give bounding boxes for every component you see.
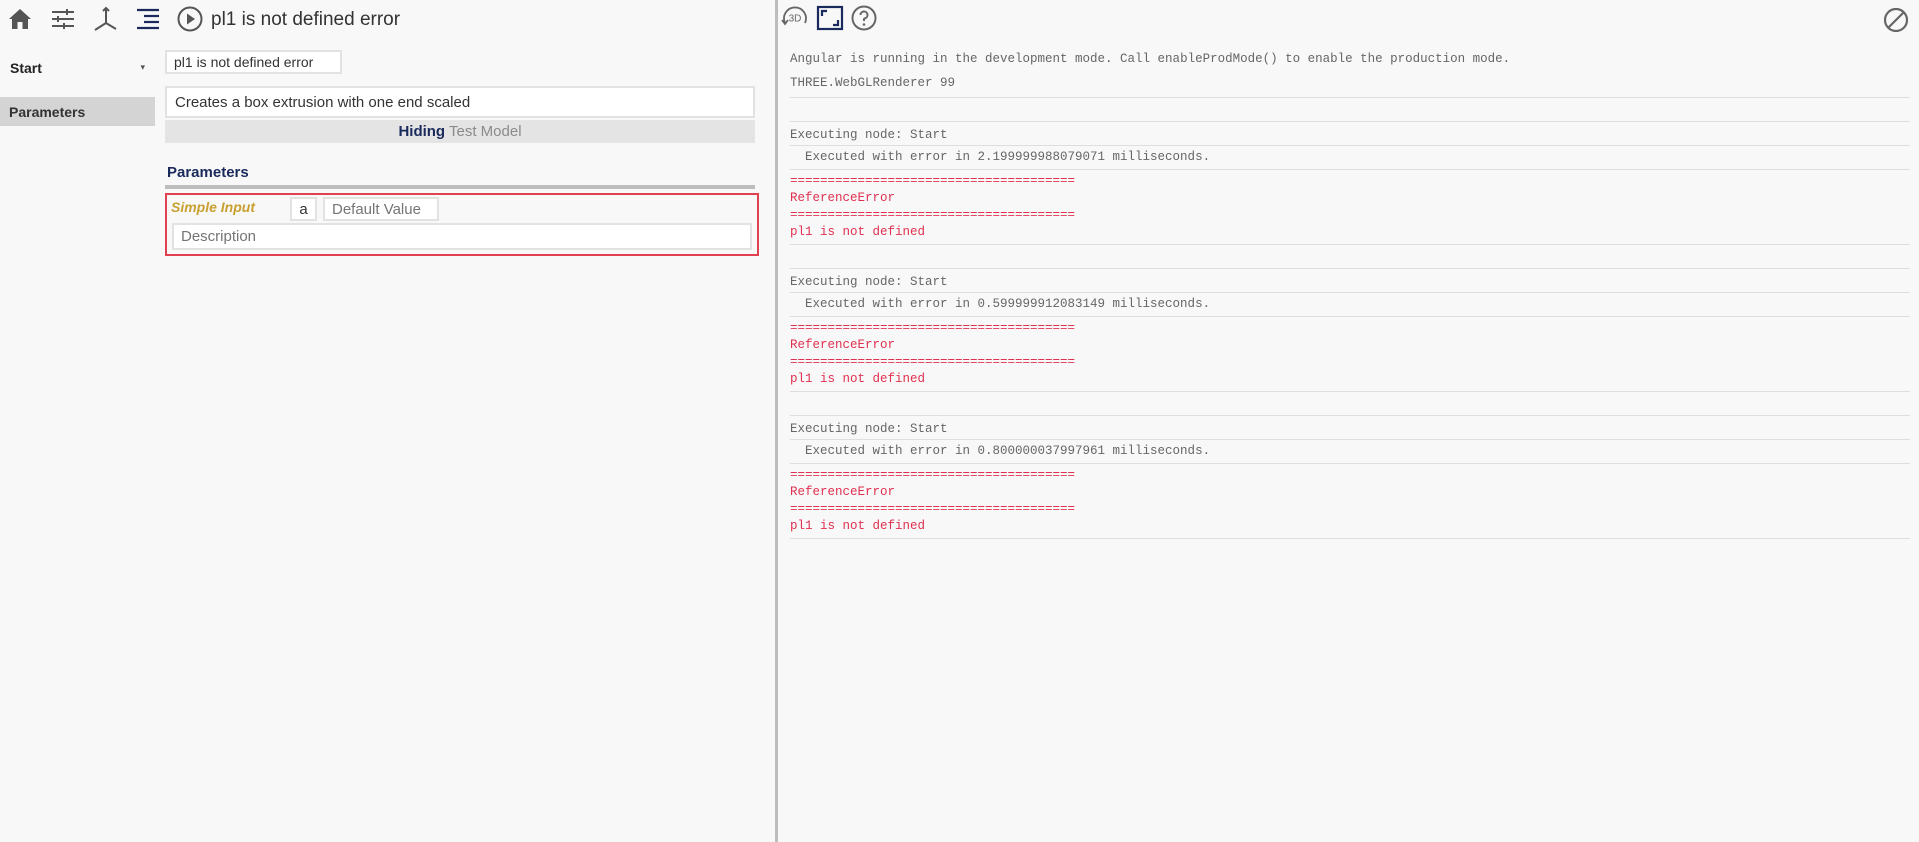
test-model-label: Test Model [449, 123, 522, 140]
node-name-input[interactable] [165, 50, 342, 74]
editor-panel: pl1 is not defined error Start ▾ Paramet… [0, 0, 775, 842]
console-line: THREE.WebGLRenderer 99 [790, 74, 1910, 98]
error-type: ReferenceError [790, 338, 896, 352]
sliders-icon[interactable] [48, 4, 78, 34]
error-message: pl1 is not defined [790, 518, 1910, 539]
home-icon[interactable] [5, 4, 35, 34]
node-title: pl1 is not defined error [211, 9, 401, 30]
axis-icon[interactable] [90, 4, 120, 34]
param-description-input[interactable] [172, 223, 752, 250]
editor-toolbar: pl1 is not defined error [0, 0, 775, 40]
hiding-label: Hiding [398, 123, 446, 140]
error-rule: ====================================== [790, 208, 1076, 222]
indent-list-icon[interactable] [133, 4, 163, 34]
parameters-divider [165, 185, 755, 189]
console-line: Executed with error in 0.599999912083149… [790, 293, 1910, 317]
error-rule: ====================================== [790, 468, 1076, 482]
sidebar-start-dropdown[interactable]: Start ▾ [0, 50, 155, 86]
param-type-label[interactable]: Simple Input [171, 199, 255, 215]
console-line: Executing node: Start [790, 122, 1910, 146]
3d-label: 3D [789, 14, 802, 25]
console-spacer [790, 98, 1910, 122]
fullscreen-icon[interactable] [815, 3, 845, 33]
parameters-heading: Parameters [167, 164, 249, 181]
sidebar-item-label: Parameters [9, 103, 86, 120]
error-message: pl1 is not defined [790, 371, 1910, 392]
console-line: Executed with error in 2.199999988079071… [790, 146, 1910, 170]
console-line: Executed with error in 0.800000037997961… [790, 440, 1910, 464]
help-icon[interactable] [849, 3, 879, 33]
error-rule: ====================================== [790, 355, 1076, 369]
parameter-row: Simple Input [165, 193, 759, 256]
console-spacer [790, 392, 1910, 416]
param-default-input[interactable] [323, 197, 439, 221]
error-type: ReferenceError [790, 191, 896, 205]
hiding-bar[interactable]: Hiding Test Model [165, 120, 755, 143]
sidebar-start-label: Start [10, 60, 42, 76]
console-panel: 3D Angular is running in the development… [778, 0, 1919, 842]
block-icon[interactable] [1881, 5, 1911, 35]
play-circle-icon[interactable] [175, 4, 205, 34]
error-rule: ====================================== [790, 174, 1076, 188]
error-rule: ====================================== [790, 502, 1076, 516]
console-log: Angular is running in the development mo… [790, 50, 1910, 539]
console-spacer [790, 245, 1910, 269]
3d-rotate-icon[interactable]: 3D [780, 3, 810, 33]
console-line: Executing node: Start [790, 416, 1910, 440]
node-description-input[interactable] [165, 86, 755, 118]
param-name-input[interactable] [290, 197, 317, 221]
chevron-down-icon: ▾ [140, 62, 145, 72]
console-line: Angular is running in the development mo… [790, 52, 1511, 66]
error-rule: ====================================== [790, 321, 1076, 335]
console-line: Executing node: Start [790, 269, 1910, 293]
error-message: pl1 is not defined [790, 224, 1910, 245]
sidebar-item-parameters[interactable]: Parameters [0, 97, 155, 126]
error-type: ReferenceError [790, 485, 896, 499]
